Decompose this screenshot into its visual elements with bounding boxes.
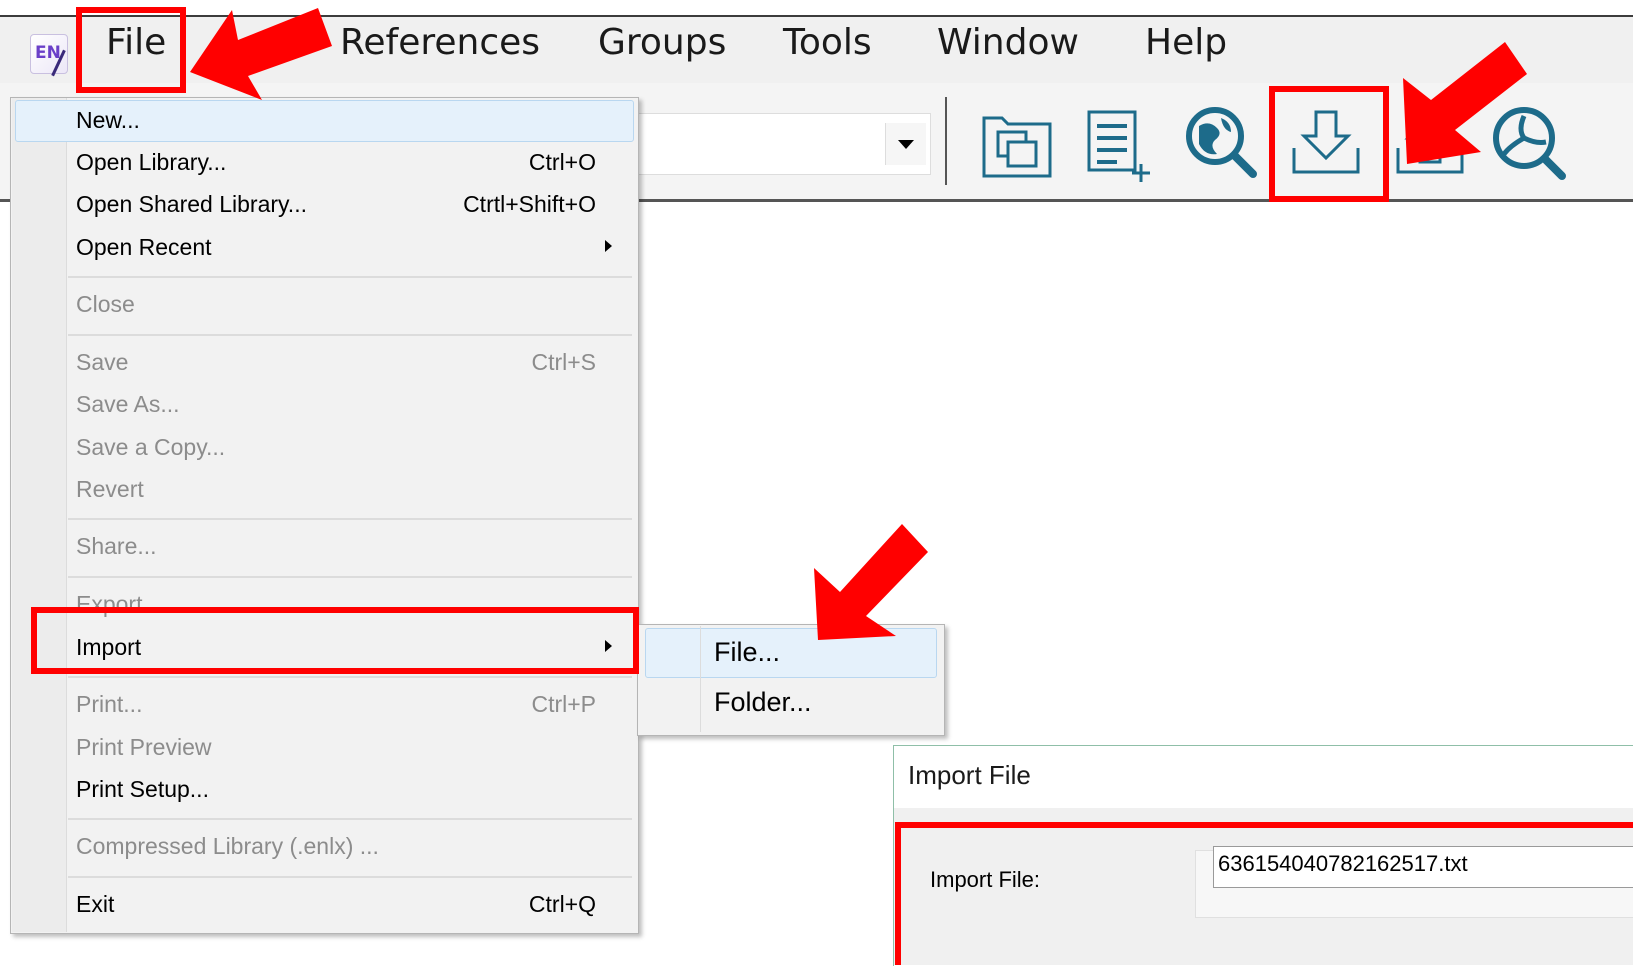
menu-item-save-as[interactable]: Save As... <box>76 391 180 418</box>
red-arrow-icon <box>1403 42 1527 164</box>
style-combobox[interactable] <box>600 113 931 175</box>
annotation-box-file-menu <box>76 7 186 93</box>
shortcut-open-library: Ctrl+O <box>528 149 596 175</box>
menu-item-compressed-library[interactable]: Compressed Library (.enlx) ... <box>76 833 379 860</box>
shortcut-save: Ctrl+S <box>531 349 596 375</box>
shortcut-exit: Ctrl+Q <box>528 891 596 917</box>
annotation-box-import-item <box>31 607 639 674</box>
menu-separator <box>68 276 632 278</box>
menu-item-open-recent[interactable]: Open Recent <box>76 234 212 261</box>
menu-item-save-a-copy[interactable]: Save a Copy... <box>76 434 225 461</box>
online-search-icon[interactable] <box>1183 102 1259 182</box>
menu-item-close[interactable]: Close <box>76 291 135 318</box>
menu-item-exit[interactable]: Exit <box>76 891 114 918</box>
red-arrow-icon <box>190 8 332 100</box>
submenu-arrow-icon <box>605 240 612 252</box>
submenu-gutter <box>700 626 701 732</box>
menu-separator <box>68 334 632 336</box>
menu-separator <box>68 876 632 878</box>
file-menu-gutter <box>12 98 67 932</box>
annotation-box-import-icon <box>1269 86 1389 202</box>
menu-item-print-setup[interactable]: Print Setup... <box>76 776 209 803</box>
toolbar-separator <box>945 97 947 185</box>
menu-item-print-preview[interactable]: Print Preview <box>76 734 211 761</box>
submenu-item-file[interactable]: File... <box>714 637 780 668</box>
endnote-app-icon[interactable]: EN <box>30 34 68 77</box>
menu-tools[interactable]: Tools <box>783 22 872 63</box>
menu-separator <box>68 818 632 820</box>
menu-item-revert[interactable]: Revert <box>76 476 144 503</box>
menu-groups[interactable]: Groups <box>598 22 726 63</box>
menu-item-open-shared-library[interactable]: Open Shared Library... <box>76 191 307 218</box>
copy-library-icon[interactable] <box>980 102 1056 182</box>
annotation-box-import-file-field <box>895 822 1633 965</box>
menu-item-print[interactable]: Print... <box>76 691 142 718</box>
menu-separator <box>68 576 632 578</box>
dialog-title: Import File <box>908 760 1031 790</box>
menu-item-share[interactable]: Share... <box>76 533 157 560</box>
shortcut-open-shared-library: Ctrtl+Shift+O <box>463 191 596 217</box>
menu-item-new[interactable]: New... <box>76 107 140 134</box>
menu-window[interactable]: Window <box>937 22 1079 63</box>
submenu-item-folder[interactable]: Folder... <box>714 687 812 718</box>
menu-references[interactable]: References <box>340 22 540 63</box>
shortcut-print: Ctrl+P <box>531 691 596 717</box>
red-arrow-icon <box>814 524 928 640</box>
new-reference-icon[interactable] <box>1083 102 1159 182</box>
menu-item-save[interactable]: Save <box>76 349 128 376</box>
menu-help[interactable]: Help <box>1145 22 1227 63</box>
menu-separator <box>68 518 632 520</box>
menu-item-open-library[interactable]: Open Library... <box>76 149 226 176</box>
file-menu <box>10 97 639 934</box>
combobox-dropdown-button[interactable] <box>885 123 926 165</box>
menu-separator <box>68 676 632 678</box>
